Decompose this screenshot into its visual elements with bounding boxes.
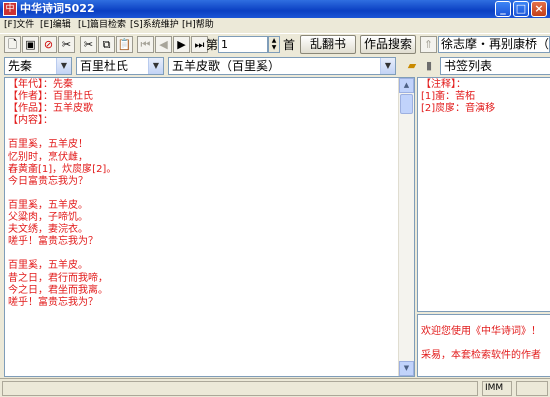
menu-help[interactable]: [H]帮助	[182, 19, 214, 32]
scroll-up-icon[interactable]: ▲	[399, 78, 414, 93]
prev-page-icon[interactable]: ◀	[155, 36, 172, 53]
new-icon[interactable]: 🗋	[4, 36, 21, 53]
folder-icon[interactable]: ▰	[404, 58, 420, 74]
random-book-button[interactable]: 乱翻书	[300, 35, 356, 54]
menu-file[interactable]: [F]文件	[4, 19, 34, 32]
maximize-button[interactable]: □	[513, 1, 529, 17]
scroll-down-icon[interactable]: ▼	[399, 361, 414, 376]
poem-line: 夫文绣，妻浣衣。	[8, 224, 88, 236]
poem-text: 【年代】：先秦 【作者】：百里杜氏 【作品】：五羊皮歌 【内容】： 百里奚，五羊皮！忆…	[8, 79, 116, 309]
work-value: 五羊皮歌（百里奚）	[172, 59, 281, 73]
poem-line	[8, 248, 116, 260]
status-bar: IMM	[0, 378, 550, 397]
poem-line: 【作品】：五羊皮歌	[8, 103, 93, 115]
status-extra	[516, 381, 548, 396]
page-prefix-label: 第	[206, 38, 219, 52]
welcome-panel[interactable]: 欢迎您使用《中华诗词》！ 采易，本套检索软件的作者	[417, 314, 550, 377]
poem-line: 【内容】：	[8, 115, 53, 127]
notes-text: 【注释】： [1]齑：苦柘 [2]扊扅：音演移	[421, 79, 495, 115]
title-bar: 中 中华诗词5022 _ □ ×	[0, 0, 550, 18]
stop-icon[interactable]: ⊘	[40, 36, 57, 53]
close-button[interactable]: ×	[531, 1, 547, 17]
welcome-text: 欢迎您使用《中华诗词》！ 采易，本套检索软件的作者	[421, 326, 541, 362]
poem-line: 父粱肉，子啼饥。	[8, 212, 88, 224]
chevron-down-icon: ▼	[380, 58, 395, 74]
poem-line: 嗟乎！富贵忘我为？	[8, 296, 98, 308]
poem-line: 今日富贵忘我为？	[8, 175, 88, 187]
app-icon: 中	[3, 2, 17, 16]
poem-line: 舂黄齑[1]，炊扊扅[2]。	[8, 163, 117, 175]
notes-panel[interactable]: 【注释】： [1]齑：苦柘 [2]扊扅：音演移	[417, 77, 550, 312]
note-line: [1]齑：苦柘	[421, 91, 476, 103]
copy-icon[interactable]: ⧉	[98, 36, 115, 53]
chevron-down-icon: ▼	[56, 58, 71, 74]
menu-system[interactable]: [S]系统维护	[130, 19, 179, 32]
work-select[interactable]: 五羊皮歌（百里奚） ▼	[168, 57, 396, 75]
current-work-field[interactable]: 徐志摩・再别康桥（轻	[438, 36, 550, 53]
poem-line	[8, 188, 116, 200]
bookmark-list-value: 书签列表	[444, 59, 493, 73]
scroll-thumb[interactable]	[400, 94, 413, 114]
welcome-line	[421, 338, 541, 350]
first-page-icon[interactable]: ⏮	[137, 36, 154, 53]
menu-search[interactable]: [L]篇目检索	[78, 19, 126, 32]
window-title: 中华诗词5022	[20, 2, 95, 15]
toolbar: 🗋 ▣ ⊘ ✂ ✂ ⧉ 📋 ⏮ ◀ ▶ ⏭ 第 1 ▲ ▼ 首 乱翻书 作品搜索 …	[0, 33, 550, 55]
poem-line: 今之日，君坐而我离。	[8, 284, 108, 296]
status-mode: IMM	[482, 381, 512, 396]
poem-line: 百里奚，五羊皮。	[8, 199, 88, 211]
dynasty-value: 先秦	[8, 59, 33, 73]
cut-icon[interactable]: ✂	[80, 36, 97, 53]
author-value: 百里杜氏	[80, 59, 129, 73]
selection-row: 先秦 ▼ 百里杜氏 ▼ 五羊皮歌（百里奚） ▼ ▰ ▮ 书签列表	[0, 56, 550, 76]
minimize-button[interactable]: _	[495, 1, 511, 17]
paste-icon[interactable]: 📋	[116, 36, 133, 53]
note-line: [2]扊扅：音演移	[421, 103, 496, 115]
next-page-icon[interactable]: ▶	[173, 36, 190, 53]
author-select[interactable]: 百里杜氏 ▼	[76, 57, 164, 75]
page-spinner[interactable]: ▲ ▼	[268, 36, 280, 53]
poem-line: 【年代】：先秦	[8, 79, 73, 90]
menu-bar: [F]文件 [E]编辑 [L]篇目检索 [S]系统维护 [H]帮助	[0, 18, 550, 33]
bookmark-icon[interactable]: ▮	[421, 58, 437, 74]
bookmark-list-field[interactable]: 书签列表	[440, 57, 550, 75]
chevron-down-icon: ▼	[148, 58, 163, 74]
dynasty-select[interactable]: 先秦 ▼	[4, 57, 72, 75]
poem-line: 昔之日，君行而我啼，	[8, 272, 108, 284]
work-search-button[interactable]: 作品搜索	[360, 35, 416, 54]
poem-line: 百里奚，五羊皮。	[8, 260, 88, 272]
poem-line: 百里奚，五羊皮！	[8, 139, 88, 151]
tools-icon[interactable]: ✂	[58, 36, 75, 53]
status-message	[2, 381, 478, 396]
page-number-input[interactable]: 1	[218, 36, 268, 53]
poem-text-panel[interactable]: 【年代】：先秦 【作者】：百里杜氏 【作品】：五羊皮歌 【内容】： 百里奚，五羊皮！忆…	[4, 77, 415, 377]
poem-line	[8, 127, 116, 139]
page-suffix-label: 首	[283, 38, 296, 52]
welcome-line: 采易，本套检索软件的作者	[421, 350, 541, 362]
poem-line: 【作者】：百里杜氏	[8, 91, 93, 103]
poem-line: 嗟乎！富贵忘我为？	[8, 236, 98, 248]
note-line: 【注释】：	[421, 79, 466, 90]
menu-edit[interactable]: [E]编辑	[40, 19, 71, 32]
poem-scrollbar[interactable]: ▲ ▼	[398, 78, 414, 376]
pin-icon[interactable]: ⇑	[420, 36, 437, 53]
save-icon[interactable]: ▣	[22, 36, 39, 53]
poem-line: 忆别时，烹伏雌，	[8, 151, 88, 163]
welcome-line: 欢迎您使用《中华诗词》！	[421, 326, 541, 337]
